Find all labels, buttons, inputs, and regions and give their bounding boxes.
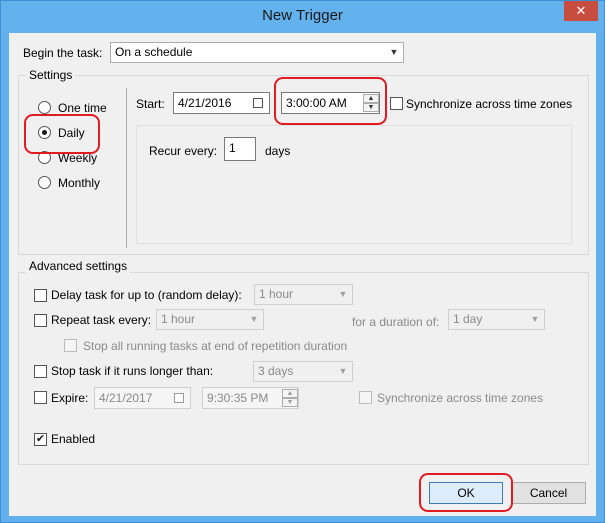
recur-unit-label: days	[265, 144, 291, 158]
stop-running-tasks-checkbox[interactable]	[64, 339, 77, 352]
delay-task-checkbox[interactable]	[34, 289, 47, 302]
expire-sync-label: Synchronize across time zones	[377, 391, 544, 405]
start-time-spin-down[interactable]: ▼	[363, 103, 379, 112]
start-date-value: 4/21/2016	[178, 96, 232, 110]
delay-task-value: 1 hour	[259, 287, 294, 301]
ok-button[interactable]: OK	[429, 482, 503, 504]
expire-checkbox[interactable]	[34, 391, 47, 404]
delay-task-label[interactable]: Delay task for up to (random delay):	[51, 288, 242, 302]
close-icon: ✕	[575, 3, 587, 18]
stop-task-longer-dropdown[interactable]: 3 days ▼	[253, 361, 353, 382]
radio-daily-label[interactable]: Daily	[58, 126, 85, 140]
recur-panel	[136, 125, 572, 244]
begin-task-value: On a schedule	[115, 45, 193, 59]
chevron-down-icon: ▼	[530, 314, 540, 324]
calendar-icon[interactable]	[174, 393, 184, 403]
sync-time-zones-label[interactable]: Synchronize across time zones	[406, 97, 572, 111]
chevron-down-icon: ▼	[338, 366, 348, 376]
settings-group-title: Settings	[26, 68, 76, 82]
expire-time-value: 9:30:35 PM	[207, 391, 269, 405]
enabled-checkbox[interactable]: ✔	[34, 433, 47, 446]
start-time-spin-up[interactable]: ▲	[363, 94, 379, 103]
expire-sync-checkbox[interactable]	[359, 391, 372, 404]
start-label: Start:	[136, 97, 165, 111]
cancel-button[interactable]: Cancel	[511, 482, 586, 504]
radio-monthly-label[interactable]: Monthly	[58, 176, 100, 190]
title-bar[interactable]: New Trigger ✕	[1, 1, 604, 33]
radio-weekly-label[interactable]: Weekly	[58, 151, 97, 165]
start-time-value: 3:00:00 AM	[286, 96, 347, 110]
begin-task-dropdown[interactable]: On a schedule ▼	[110, 42, 404, 63]
radio-one-time-label[interactable]: One time	[58, 101, 107, 115]
chevron-down-icon: ▼	[389, 47, 399, 57]
radio-monthly[interactable]	[38, 176, 51, 189]
calendar-icon[interactable]	[253, 98, 263, 108]
expire-date-value: 4/21/2017	[99, 391, 153, 405]
stop-running-tasks-label: Stop all running tasks at end of repetit…	[83, 339, 348, 353]
sync-time-zones-checkbox[interactable]	[390, 97, 403, 110]
chevron-down-icon: ▼	[338, 289, 348, 299]
expire-time-spin-up[interactable]: ▲	[282, 389, 298, 398]
delay-task-dropdown[interactable]: 1 hour ▼	[254, 284, 353, 305]
close-button[interactable]: ✕	[564, 1, 598, 21]
stop-task-longer-checkbox[interactable]	[34, 365, 47, 378]
expire-time-spin-down[interactable]: ▼	[282, 398, 298, 407]
chevron-down-icon: ▼	[249, 314, 259, 324]
window-title: New Trigger	[262, 7, 343, 24]
duration-value: 1 day	[453, 312, 483, 326]
radio-weekly[interactable]	[38, 151, 51, 164]
expire-date-picker[interactable]: 4/21/2017	[94, 387, 191, 409]
repeat-task-label[interactable]: Repeat task every:	[51, 313, 151, 327]
repeat-task-dropdown[interactable]: 1 hour ▼	[156, 309, 264, 330]
new-trigger-dialog: New Trigger ✕ Begin the task: On a sched…	[0, 0, 605, 523]
advanced-settings-title: Advanced settings	[26, 259, 131, 273]
duration-label: for a duration of:	[352, 315, 440, 329]
check-icon: ✔	[35, 433, 46, 445]
radio-daily[interactable]	[38, 126, 51, 139]
recur-every-label: Recur every:	[149, 144, 218, 158]
enabled-label[interactable]: Enabled	[51, 432, 95, 446]
recur-every-value: 1	[229, 141, 236, 155]
dialog-body: Begin the task: On a schedule ▼ Settings…	[9, 33, 596, 516]
stop-task-longer-value: 3 days	[258, 364, 294, 378]
settings-separator	[126, 88, 127, 248]
expire-label[interactable]: Expire:	[51, 391, 88, 405]
begin-task-label: Begin the task:	[23, 46, 103, 60]
start-date-picker[interactable]: 4/21/2016	[173, 92, 270, 114]
stop-task-longer-label[interactable]: Stop task if it runs longer than:	[51, 364, 213, 378]
repeat-task-value: 1 hour	[161, 312, 196, 326]
duration-dropdown[interactable]: 1 day ▼	[448, 309, 545, 330]
radio-one-time[interactable]	[38, 101, 51, 114]
repeat-task-checkbox[interactable]	[34, 314, 47, 327]
recur-every-input[interactable]: 1	[224, 137, 256, 161]
